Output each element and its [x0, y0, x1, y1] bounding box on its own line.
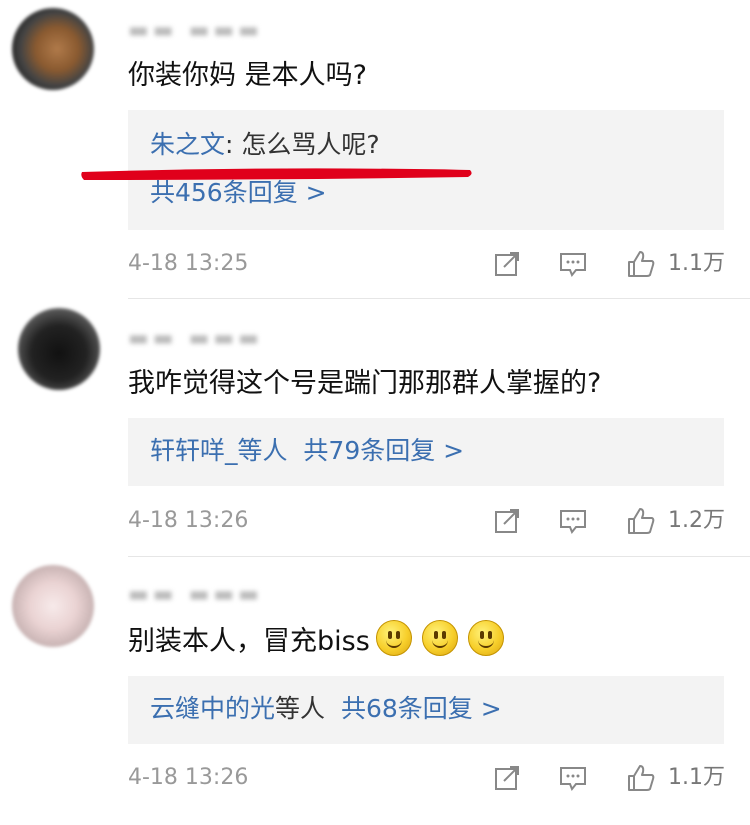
reply-count-link[interactable]: 共79条回复 > [303, 436, 464, 465]
share-icon[interactable] [492, 506, 522, 536]
like-count: 1.1万 [668, 251, 725, 276]
timestamp: 4-18 13:25 [128, 251, 249, 276]
reply-line: 朱之文: 怎么骂人呢? [150, 128, 380, 162]
replier-names[interactable]: 轩轩咩_等人 [150, 436, 288, 465]
like-icon[interactable] [626, 763, 656, 793]
avatar[interactable] [12, 8, 94, 90]
reply-count-link[interactable]: 共68条回复 > [341, 694, 502, 723]
reply-others: 等人 [275, 694, 326, 723]
smiley-emoji-icon [375, 620, 412, 656]
smiley-emoji-icon [467, 620, 504, 656]
like-icon[interactable] [626, 249, 656, 279]
like-count: 1.2万 [668, 508, 725, 533]
divider [128, 298, 750, 299]
reply-text: : 怎么骂人呢? [225, 130, 380, 159]
red-annotation-underline [81, 168, 472, 180]
share-icon[interactable] [492, 249, 522, 279]
share-icon[interactable] [492, 763, 522, 793]
avatar[interactable] [12, 565, 94, 647]
comment-icon[interactable] [558, 763, 588, 793]
username-blurred[interactable]: ▬▬ ▬▬▬ [128, 580, 318, 610]
avatar[interactable] [18, 308, 100, 390]
comment-text: 别装本人，冒充biss [128, 620, 504, 660]
comment-footer: 4-18 13:25 1.1万 [128, 247, 725, 281]
reply-preview[interactable]: 云缝中的光等人 共68条回复 > [128, 676, 724, 744]
replier-name[interactable]: 云缝中的光 [150, 694, 275, 723]
comment-footer: 4-18 13:26 1.1万 [128, 761, 725, 795]
comment-text: 我咋觉得这个号是踹门那那群人掌握的? [128, 368, 602, 399]
comment-text: 你装你妈 是本人吗? [128, 60, 367, 91]
comment-icon[interactable] [558, 506, 588, 536]
reply-preview[interactable]: 轩轩咩_等人 共79条回复 > [128, 418, 724, 486]
comment-footer: 4-18 13:26 1.2万 [128, 504, 725, 538]
like-count: 1.1万 [668, 765, 725, 790]
comment-text-body: 别装本人，冒充biss [128, 626, 370, 657]
replier-name[interactable]: 朱之文 [150, 130, 225, 159]
timestamp: 4-18 13:26 [128, 765, 249, 790]
divider [128, 556, 750, 557]
username-blurred[interactable]: ▬▬ ▬▬▬ [128, 16, 318, 46]
reply-line: 云缝中的光等人 共68条回复 > [150, 692, 502, 726]
like-icon[interactable] [626, 506, 656, 536]
smiley-emoji-icon [421, 620, 458, 656]
username-blurred[interactable]: ▬▬ ▬▬▬ [128, 324, 318, 354]
comment-icon[interactable] [558, 249, 588, 279]
reply-line: 轩轩咩_等人 共79条回复 > [150, 434, 464, 468]
timestamp: 4-18 13:26 [128, 508, 249, 533]
